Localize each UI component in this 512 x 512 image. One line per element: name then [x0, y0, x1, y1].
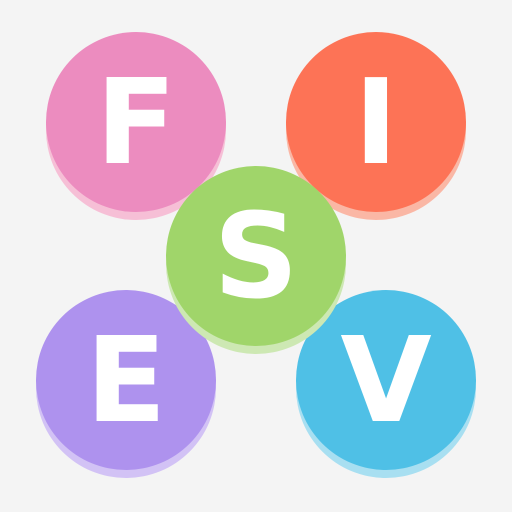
letter-tile-v[interactable]: V	[296, 290, 476, 470]
letter-tile-s[interactable]: S	[166, 166, 346, 346]
tile-letter: V	[340, 311, 432, 449]
tile-letter: F	[95, 53, 177, 191]
tile-letter: S	[213, 187, 299, 325]
tile-letter: I	[354, 53, 398, 191]
letter-tile-i[interactable]: I	[286, 32, 466, 212]
tile-letter: E	[85, 311, 167, 449]
game-board: F I E V S	[0, 0, 512, 512]
